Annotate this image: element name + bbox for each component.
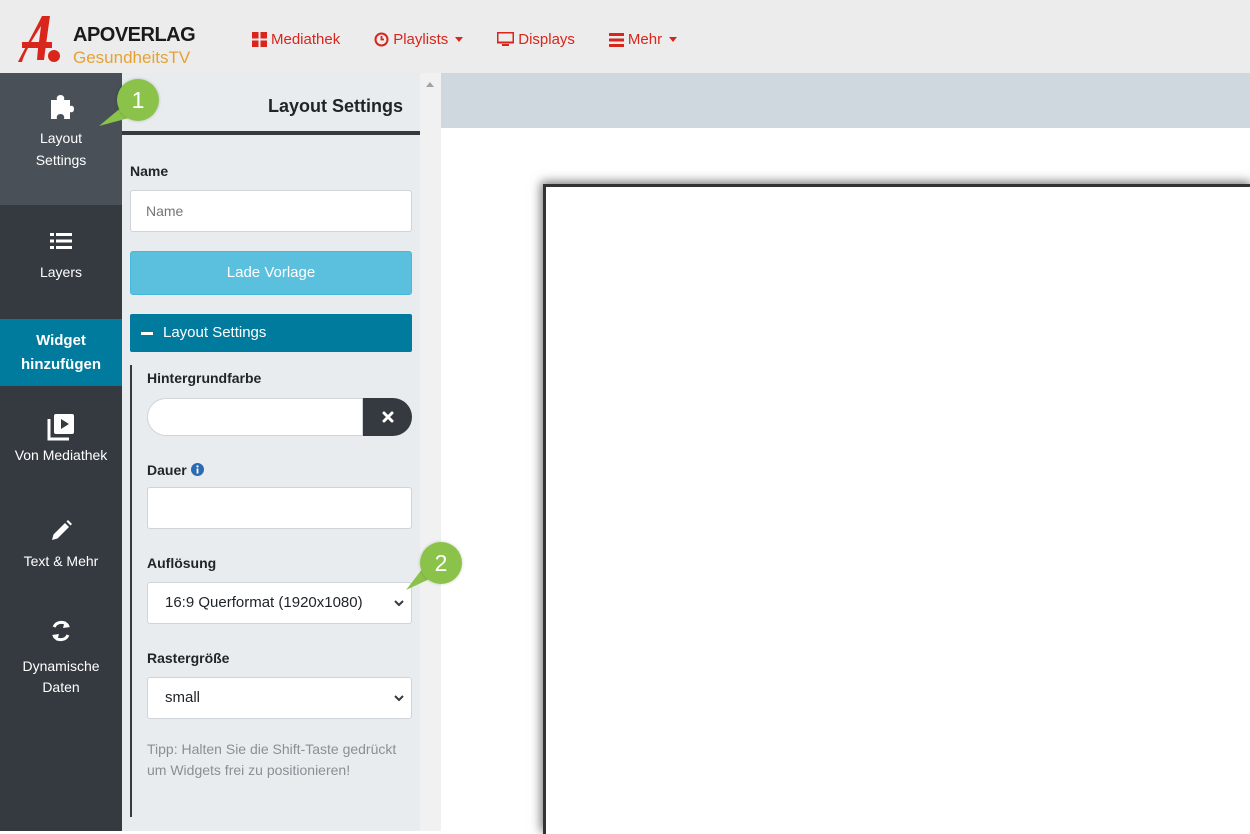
annotation-badge-2: 2 — [420, 542, 462, 584]
sidebar-item-layers[interactable]: Layers — [0, 205, 122, 306]
sidebar-item-text-mehr[interactable]: Text & Mehr — [0, 511, 122, 591]
close-icon — [382, 411, 394, 423]
clear-color-button[interactable] — [363, 398, 412, 436]
name-label: Name — [130, 163, 169, 179]
brand-subtitle: GesundheitsTV — [73, 48, 191, 67]
sidebar-item-label: Layers — [39, 264, 83, 280]
grid-size-select[interactable]: small — [147, 677, 412, 719]
tool-sidebar: Layout Settings Layers Widget hinzufügen… — [0, 73, 122, 831]
canvas-toolbar — [441, 73, 1250, 128]
widget-add-title: hinzufügen — [21, 356, 101, 373]
resolution-select-value: 16:9 Querformat (1920x1080) — [165, 594, 363, 611]
grid-icon — [252, 32, 267, 47]
menu-lines-icon — [608, 32, 624, 47]
duration-label-row: Dauer — [147, 462, 204, 478]
pencil-icon — [52, 520, 72, 540]
resolution-label: Auflösung — [147, 555, 217, 571]
layout-canvas[interactable] — [543, 184, 1250, 834]
minus-icon — [141, 331, 153, 335]
info-icon[interactable] — [190, 463, 204, 476]
name-input[interactable] — [130, 190, 412, 232]
duration-label: Dauer — [147, 462, 187, 478]
background-color-input[interactable] — [147, 398, 363, 436]
resolution-select[interactable]: 16:9 Querformat (1920x1080) — [147, 582, 412, 624]
shift-key-hint: Tipp: Halten Sie die Shift-Taste gedrück… — [147, 741, 397, 778]
grid-size-label: Rastergröße — [147, 650, 230, 666]
nav-mediathek[interactable]: Mediathek — [252, 31, 340, 48]
chevron-down-icon — [455, 37, 464, 42]
panel-header-divider — [122, 131, 420, 135]
sync-icon — [52, 620, 70, 642]
sidebar-item-label: Settings — [35, 152, 87, 168]
nav-displays-label: Displays — [518, 31, 575, 48]
list-icon — [50, 233, 72, 249]
load-template-button[interactable]: Lade Vorlage — [130, 251, 412, 295]
monitor-icon — [497, 32, 515, 46]
sidebar-item-von-mediathek[interactable]: Von Mediathek — [0, 403, 122, 493]
scroll-up-arrow-icon[interactable] — [426, 82, 434, 87]
sidebar-item-dynamische-daten[interactable]: Dynamische Daten — [0, 613, 122, 723]
nav-playlists-label: Playlists — [393, 31, 449, 48]
nav-mehr-label: Mehr — [627, 31, 663, 48]
background-color-label: Hintergrundfarbe — [147, 370, 262, 386]
sidebar-item-label: Dynamische — [22, 658, 100, 674]
section-divider — [130, 365, 132, 817]
sidebar-item-label: Text & Mehr — [23, 553, 99, 569]
section-title: Layout Settings — [163, 324, 267, 341]
nav-mehr[interactable]: Mehr — [608, 31, 678, 48]
panel-title: Layout Settings — [267, 96, 403, 116]
nav-playlists[interactable]: Playlists — [374, 31, 464, 48]
annotation-badge-1: 1 — [117, 79, 159, 121]
puzzle-icon — [51, 95, 74, 119]
sidebar-item-label: Von Mediathek — [14, 447, 108, 463]
apoverlag-logo-mark-icon — [18, 16, 60, 62]
layout-settings-panel: Layout Settings Name Lade Vorlage Layout… — [122, 73, 420, 831]
brand-name: APOVERLAG — [73, 24, 196, 46]
layout-settings-section-toggle[interactable]: Layout Settings — [130, 314, 412, 352]
top-navbar: APOVERLAG GesundheitsTV Mediathek Playli… — [0, 0, 1250, 74]
video-library-icon — [47, 414, 74, 441]
widget-add-title: Widget — [36, 332, 86, 349]
sidebar-item-label: Daten — [42, 679, 80, 695]
clock-icon — [374, 32, 389, 47]
panel-header: Layout Settings — [122, 73, 420, 135]
duration-input[interactable] — [147, 487, 412, 529]
chevron-down-icon — [394, 695, 404, 702]
apoverlag-logo[interactable]: APOVERLAG GesundheitsTV — [10, 10, 230, 68]
grid-size-select-value: small — [165, 689, 201, 706]
panel-scrollbar[interactable] — [420, 73, 441, 831]
chevron-down-icon — [669, 37, 678, 42]
nav-mediathek-label: Mediathek — [271, 31, 341, 48]
widget-add-header: Widget hinzufügen — [0, 319, 122, 386]
main-nav: Mediathek Playlists Displays Mehr — [252, 31, 711, 48]
nav-displays[interactable]: Displays — [497, 31, 575, 48]
